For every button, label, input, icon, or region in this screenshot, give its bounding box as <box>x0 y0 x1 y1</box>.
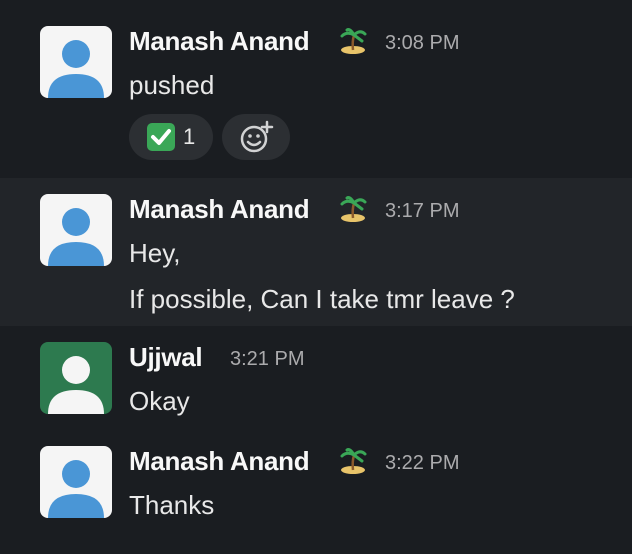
author-name[interactable]: Ujjwal <box>129 342 203 373</box>
reaction-pill[interactable]: 1 <box>129 114 213 160</box>
message-item[interactable]: Manash Anand 3:17 PM Hey, If possible, C… <box>0 178 632 326</box>
avatar[interactable] <box>40 446 112 518</box>
message-text: Hey, <box>129 238 181 268</box>
message-timestamp[interactable]: 3:17 PM <box>385 200 459 223</box>
desert-island-icon <box>340 196 367 222</box>
add-reaction-icon <box>240 120 274 153</box>
white-check-mark-icon <box>147 123 175 151</box>
message-text: If possible, Can I take tmr leave ? <box>129 284 515 314</box>
desert-island-icon <box>340 28 367 54</box>
message-text: Okay <box>129 386 190 416</box>
author-name[interactable]: Manash Anand <box>129 446 310 477</box>
add-reaction-button[interactable] <box>222 114 290 160</box>
desert-island-icon <box>340 448 367 474</box>
author-name[interactable]: Manash Anand <box>129 26 310 57</box>
avatar[interactable] <box>40 26 112 98</box>
message-item[interactable]: Ujjwal 3:21 PM Okay <box>0 326 632 430</box>
author-name[interactable]: Manash Anand <box>129 194 310 225</box>
message-timestamp[interactable]: 3:22 PM <box>385 452 459 475</box>
avatar[interactable] <box>40 342 112 414</box>
message-item[interactable]: Manash Anand 3:22 PM Thanks <box>0 430 632 554</box>
message-timestamp[interactable]: 3:21 PM <box>230 348 304 371</box>
avatar[interactable] <box>40 194 112 266</box>
message-timestamp[interactable]: 3:08 PM <box>385 32 459 55</box>
message-text: Thanks <box>129 490 215 520</box>
message-text: pushed <box>129 70 215 100</box>
reaction-count: 1 <box>183 124 196 149</box>
message-item[interactable]: Manash Anand 3:08 PM pushed 1 <box>0 0 632 178</box>
